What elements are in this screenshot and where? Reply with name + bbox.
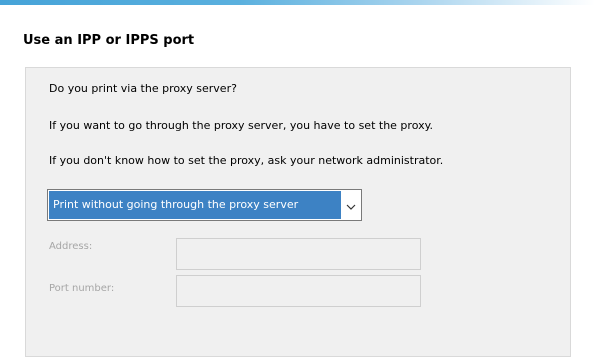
page-title: Use an IPP or IPPS port	[23, 33, 195, 48]
port-number-field[interactable]	[176, 275, 421, 307]
proxy-mode-selected-value: Print without going through the proxy se…	[49, 191, 341, 219]
proxy-info-text: If you want to go through the proxy serv…	[49, 119, 434, 132]
proxy-question-text: Do you print via the proxy server?	[49, 82, 237, 95]
top-accent-strip	[0, 0, 595, 5]
proxy-mode-dropdown[interactable]: Print without going through the proxy se…	[47, 189, 362, 221]
address-label: Address:	[49, 241, 93, 252]
chevron-down-icon[interactable]	[345, 198, 357, 210]
admin-info-text: If you don't know how to set the proxy, …	[49, 154, 444, 167]
port-number-label: Port number:	[49, 283, 115, 294]
address-field[interactable]	[176, 238, 421, 270]
